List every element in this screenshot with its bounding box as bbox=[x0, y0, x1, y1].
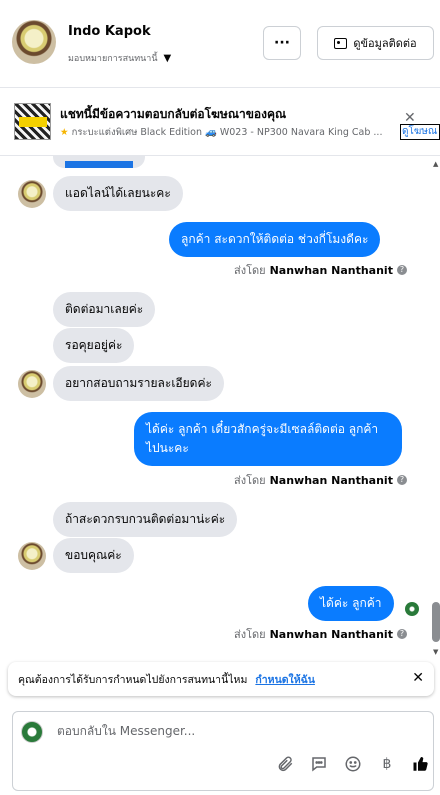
contact-avatar-small bbox=[18, 180, 46, 208]
ad-subtitle-text: กระบะแต่งพิเศษ Black Edition 🚙 W023 - NP… bbox=[71, 127, 383, 138]
incoming-message: ขอบคุณค่ะ bbox=[53, 538, 134, 573]
assign-conversation-dropdown[interactable]: มอบหมายการสนทนานี้ ▼ bbox=[68, 51, 171, 65]
contact-name[interactable]: Indo Kapok bbox=[68, 24, 151, 39]
contact-avatar[interactable] bbox=[12, 20, 56, 64]
saved-reply-icon[interactable] bbox=[309, 754, 329, 774]
incoming-message: แอดไลน์ได้เลยนะคะ bbox=[53, 176, 183, 211]
sent-by-prefix: ส่งโดย bbox=[234, 474, 266, 487]
scroll-down-arrow-icon[interactable]: ▼ bbox=[433, 648, 438, 656]
sent-by-label: ส่งโดย Nanwhan Nanthanit ? bbox=[234, 471, 407, 489]
assign-to-me-link[interactable]: กำหนดให้ฉัน bbox=[255, 671, 315, 688]
incoming-message: ถ้าสะดวกรบกวนติดต่อมาน่ะค่ะ bbox=[53, 502, 238, 537]
message-composer: ฿ bbox=[12, 711, 434, 791]
incoming-message: ติดต่อมาเลยค่ะ bbox=[53, 292, 156, 327]
help-icon[interactable]: ? bbox=[396, 265, 407, 275]
more-options-button[interactable]: ··· bbox=[263, 26, 301, 60]
sent-by-label: ส่งโดย Nanwhan Nanthanit ? bbox=[234, 261, 407, 279]
seen-avatar bbox=[405, 602, 419, 616]
view-contact-info-button[interactable]: ดูข้อมูลติดต่อ bbox=[317, 26, 434, 60]
sent-by-prefix: ส่งโดย bbox=[234, 628, 266, 641]
link-preview-fragment bbox=[65, 161, 133, 168]
ad-reply-banner: แชทนี้มีข้อความตอบกลับต่อโฆษณาของคุณ ★ ก… bbox=[0, 88, 440, 156]
outgoing-message: ได้ค่ะ ลูกค้า เดี๋ยวสักครู่จะมีเซลล์ติดต… bbox=[134, 412, 402, 466]
ad-banner-title: แชทนี้มีข้อความตอบกลับต่อโฆษณาของคุณ bbox=[60, 107, 287, 121]
page-avatar bbox=[21, 721, 43, 743]
message-bubble-partial bbox=[53, 156, 145, 168]
help-icon[interactable]: ? bbox=[396, 629, 407, 639]
assign-prompt: คุณต้องการได้รับการกำหนดไปยังการสนทนานี้… bbox=[8, 662, 434, 696]
conversation-header: Indo Kapok มอบหมายการสนทนานี้ ▼ ··· ดูข้… bbox=[0, 0, 440, 88]
reply-input[interactable] bbox=[57, 724, 417, 738]
view-contact-info-label: ดูข้อมูลติดต่อ bbox=[353, 37, 417, 50]
attachment-icon[interactable] bbox=[275, 754, 295, 774]
help-icon[interactable]: ? bbox=[396, 475, 407, 485]
contact-avatar-small bbox=[18, 542, 46, 570]
incoming-message: อยากสอบถามรายละเอียดค่ะ bbox=[53, 366, 224, 401]
contact-avatar-small bbox=[18, 370, 46, 398]
contact-card-icon bbox=[334, 37, 348, 49]
assign-label: มอบหมายการสนทนานี้ bbox=[68, 54, 158, 64]
scrollbar-thumb[interactable] bbox=[432, 602, 440, 642]
emoji-icon[interactable] bbox=[343, 754, 363, 774]
view-ad-link[interactable]: ดูโฆษณ bbox=[400, 124, 440, 140]
star-icon: ★ bbox=[60, 127, 69, 138]
message-thread[interactable]: แอดไลน์ได้เลยนะคะ ลูกค้า สะดวกให้ติดต่อ … bbox=[0, 156, 440, 660]
ad-subtitle: ★ กระบะแต่งพิเศษ Black Edition 🚙 W023 - … bbox=[60, 125, 400, 140]
thumbs-up-icon[interactable] bbox=[411, 754, 431, 774]
close-icon[interactable]: ✕ bbox=[412, 670, 424, 686]
sender-name: Nanwhan Nanthanit bbox=[269, 263, 393, 277]
outgoing-message: ได้ค่ะ ลูกค้า bbox=[308, 586, 394, 621]
sender-name: Nanwhan Nanthanit bbox=[269, 627, 393, 641]
incoming-message: รอคุยอยู่ค่ะ bbox=[53, 328, 135, 363]
scroll-up-arrow-icon[interactable]: ▲ bbox=[433, 160, 438, 168]
caret-down-icon: ▼ bbox=[163, 52, 172, 64]
ad-thumbnail[interactable] bbox=[14, 103, 51, 140]
sent-by-prefix: ส่งโดย bbox=[234, 264, 266, 277]
baht-payment-icon[interactable]: ฿ bbox=[377, 754, 397, 774]
sender-name: Nanwhan Nanthanit bbox=[269, 473, 393, 487]
outgoing-message: ลูกค้า สะดวกให้ติดต่อ ช่วงกี่โมงดีคะ bbox=[169, 222, 381, 257]
assign-prompt-text: คุณต้องการได้รับการกำหนดไปยังการสนทนานี้… bbox=[18, 673, 248, 686]
composer-toolbar: ฿ bbox=[275, 754, 431, 774]
sent-by-label: ส่งโดย Nanwhan Nanthanit ? bbox=[234, 625, 407, 643]
